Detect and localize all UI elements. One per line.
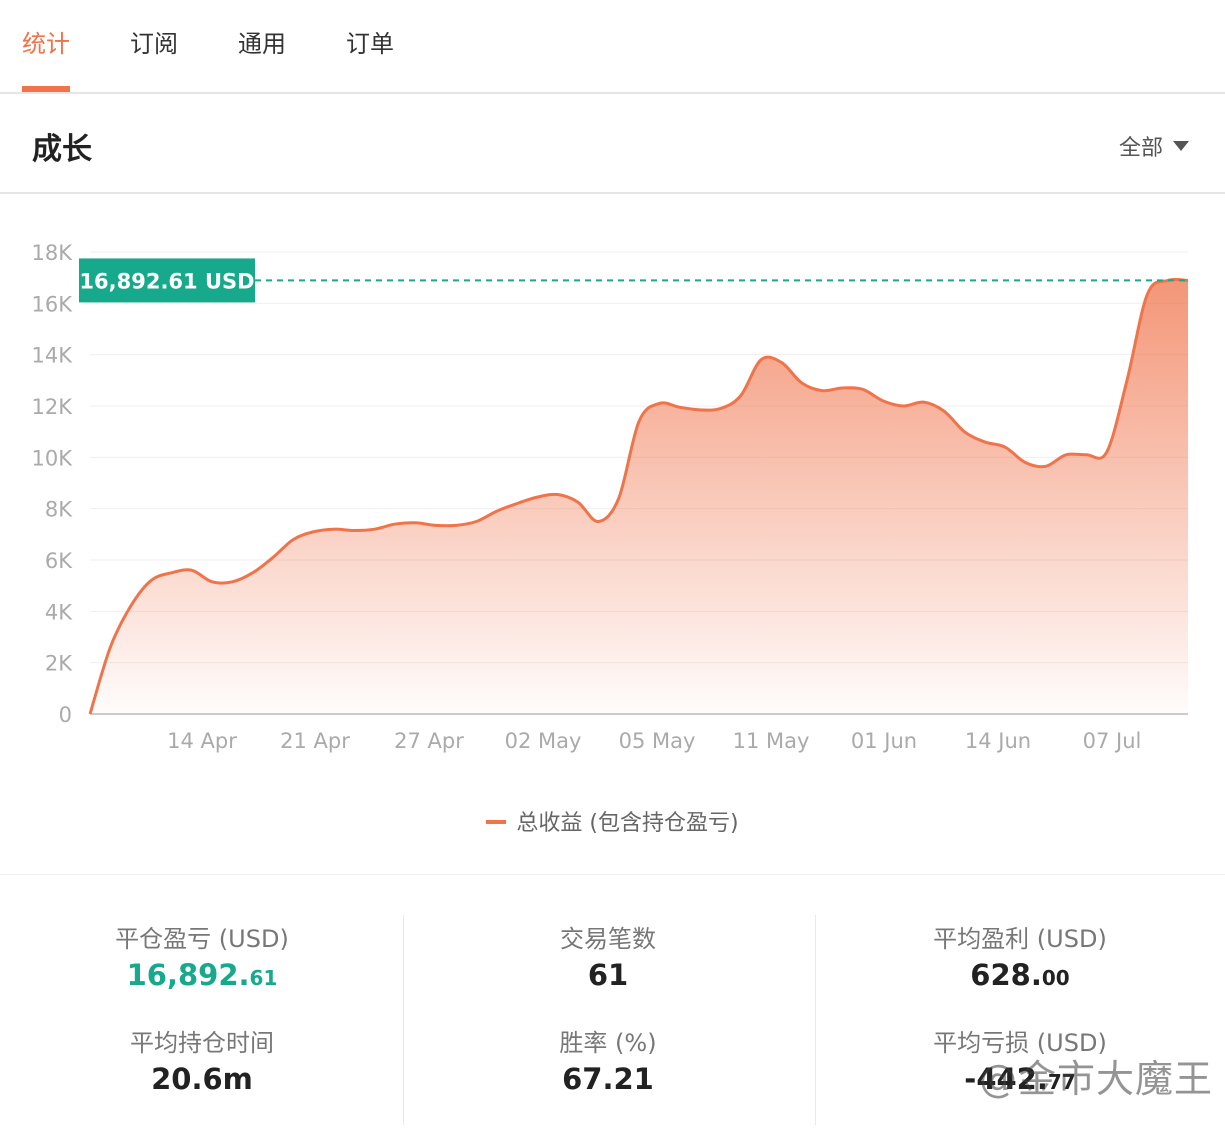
stat-label: 胜率 (%) <box>559 1029 657 1057</box>
y-tick-label: 0 <box>59 703 72 727</box>
x-tick-label: 11 May <box>733 729 810 753</box>
stat-win-rate: 胜率 (%) 67.21 <box>406 1023 810 1096</box>
section-title: 成长 <box>32 132 92 167</box>
x-tick-label: 07 Jul <box>1083 729 1142 753</box>
x-tick-label: 02 May <box>505 729 582 753</box>
stat-value: 16,892.61 <box>126 958 278 992</box>
growth-chart: 0 2K 4K 6K 8K 10K 12K 14K 16K 18K 16,892.61 USD 14 … <box>0 195 1225 875</box>
active-tab-indicator <box>22 86 70 92</box>
x-tick-label: 21 Apr <box>280 729 350 753</box>
stat-avg-hold-time: 平均持仓时间 20.6m <box>0 1023 404 1096</box>
stat-label: 平均持仓时间 <box>130 1029 274 1057</box>
legend-line-swatch <box>486 820 507 824</box>
legend-series-label: 总收益 (包含持仓盈亏) <box>516 811 739 836</box>
stat-label: 平仓盈亏 (USD) <box>115 925 289 953</box>
y-tick-label: 10K <box>32 446 74 470</box>
chart-legend[interactable]: 总收益 (包含持仓盈亏) <box>0 805 1225 837</box>
x-tick-label: 27 Apr <box>394 729 464 753</box>
x-tick-label: 01 Jun <box>851 729 917 753</box>
y-tick-label: 14K <box>32 344 74 368</box>
x-tick-label: 14 Apr <box>167 729 237 753</box>
stat-value: 20.6m <box>151 1062 253 1096</box>
stat-avg-profit: 平均盈利 (USD) 628.00 <box>818 919 1222 992</box>
top-tab-bar: 统计 订阅 通用 订单 <box>0 0 1225 94</box>
stat-label: 平均盈利 (USD) <box>933 925 1107 953</box>
watermark-text: @金市大魔王 <box>978 1057 1213 1101</box>
tab-general[interactable]: 通用 <box>238 26 286 66</box>
stat-value: 61 <box>587 958 629 992</box>
series-area-fill <box>90 279 1188 714</box>
caret-down-icon <box>1173 141 1189 151</box>
stat-value: 628.00 <box>970 958 1070 992</box>
y-tick-label: 6K <box>45 549 73 573</box>
range-filter-label: 全部 <box>1118 136 1163 161</box>
stat-value: 67.21 <box>562 1062 654 1096</box>
x-tick-label: 05 May <box>619 729 696 753</box>
range-filter-dropdown[interactable]: 全部 <box>1119 130 1189 162</box>
y-tick-label: 12K <box>32 395 74 419</box>
y-tick-label: 18K <box>32 241 74 265</box>
stat-trade-count: 交易笔数 61 <box>406 919 810 992</box>
current-value-label: 16,892.61 USD <box>79 269 254 293</box>
x-tick-label: 14 Jun <box>965 729 1031 753</box>
growth-chart-svg: 0 2K 4K 6K 8K 10K 12K 14K 16K 18K16,892.61 USD 14 … <box>32 241 1189 753</box>
growth-section-header: 成长 全部 <box>0 94 1225 194</box>
y-tick-label: 8K <box>45 498 73 522</box>
y-tick-label: 4K <box>45 600 73 624</box>
tab-subscriptions[interactable]: 订阅 <box>130 26 178 66</box>
y-tick-label: 16K <box>32 292 74 316</box>
column-divider <box>815 915 816 1125</box>
tab-statistics[interactable]: 统计 <box>22 26 70 66</box>
stat-closed-pnl: 平仓盈亏 (USD) 16,892.61 <box>0 919 404 992</box>
y-tick-label: 2K <box>45 652 73 676</box>
stat-label: 交易笔数 <box>560 925 656 953</box>
tab-orders[interactable]: 订单 <box>346 26 394 66</box>
